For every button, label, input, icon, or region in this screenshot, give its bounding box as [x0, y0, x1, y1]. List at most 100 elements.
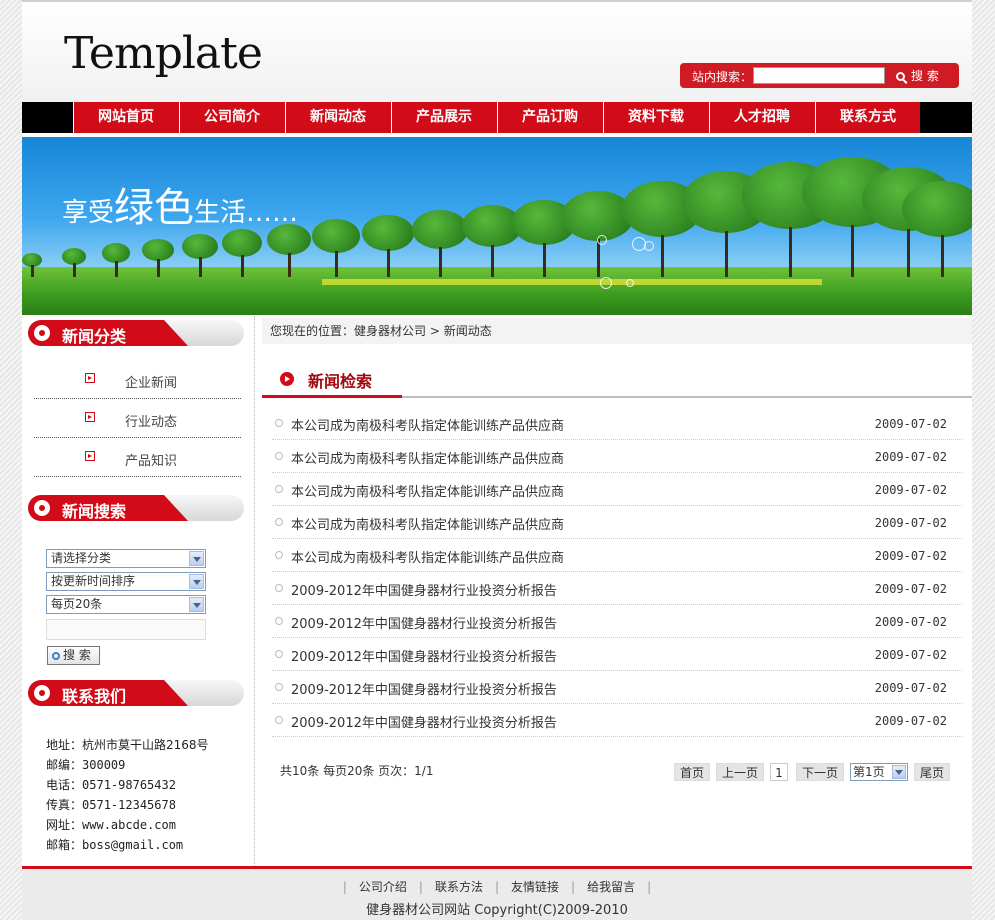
site-search-input[interactable]	[753, 67, 885, 84]
news-date: 2009-07-02	[874, 681, 947, 695]
contact-address: 地址：杭州市莫干山路2168号	[46, 738, 209, 752]
category-item[interactable]: 产品知识	[34, 438, 241, 477]
news-title-link[interactable]: 本公司成为南极科考队指定体能训练产品供应商	[291, 547, 564, 566]
category-item[interactable]: 行业动态	[34, 399, 241, 438]
bullet-icon	[34, 325, 50, 341]
news-date: 2009-07-02	[874, 483, 947, 497]
news-title-link[interactable]: 本公司成为南极科考队指定体能训练产品供应商	[291, 448, 564, 467]
footer-link-friends[interactable]: 友情链接	[511, 880, 559, 894]
nav-jobs[interactable]: 人才招聘	[709, 102, 814, 133]
arrow-icon	[280, 372, 294, 386]
news-title-link[interactable]: 本公司成为南极科考队指定体能训练产品供应商	[291, 415, 564, 434]
nav-home[interactable]: 网站首页	[73, 102, 178, 133]
site-search-button[interactable]: 搜 索	[896, 67, 939, 84]
pager-last-button[interactable]: 尾页	[914, 763, 950, 781]
contact-zip: 邮编：300009	[46, 758, 126, 772]
news-title-link[interactable]: 本公司成为南极科考队指定体能训练产品供应商	[291, 481, 564, 500]
circle-bullet-icon	[275, 617, 283, 625]
nav-contact[interactable]: 联系方式	[815, 102, 920, 133]
news-title-link[interactable]: 2009-2012年中国健身器材行业投资分析报告	[291, 580, 557, 599]
page: Template 站内搜索： 搜 索 网站首页 公司简介 新闻动态 产品展示 产…	[22, 0, 972, 920]
pager-prev-button[interactable]: 上一页	[716, 763, 764, 781]
news-row: 2009-2012年中国健身器材行业投资分析报告 2009-07-02	[272, 638, 962, 671]
breadcrumb-home-link[interactable]: 健身器材公司	[354, 324, 426, 338]
breadcrumb: 您现在的位置：健身器材公司 > 新闻动态	[262, 318, 972, 344]
keyword-input[interactable]	[46, 619, 206, 640]
news-date: 2009-07-02	[874, 615, 947, 629]
news-date: 2009-07-02	[874, 648, 947, 662]
news-search-header: 新闻搜索	[28, 495, 244, 521]
contact-header: 联系我们	[28, 680, 244, 706]
contact-phone: 电话：0571-98765432	[46, 778, 176, 792]
news-row: 2009-2012年中国健身器材行业投资分析报告 2009-07-02	[272, 704, 962, 737]
contact-website: 网址：www.abcde.com	[46, 818, 176, 832]
news-row: 2009-2012年中国健身器材行业投资分析报告 2009-07-02	[272, 671, 962, 704]
category-select[interactable]: 请选择分类	[46, 549, 206, 568]
bullet-icon	[34, 685, 50, 701]
breadcrumb-current: 新闻动态	[443, 324, 492, 338]
contact-fax: 传真：0571-12345678	[46, 798, 176, 812]
circle-bullet-icon	[275, 419, 283, 427]
news-row: 2009-2012年中国健身器材行业投资分析报告 2009-07-02	[272, 572, 962, 605]
footer-link-contact[interactable]: 联系方法	[435, 880, 483, 894]
circle-bullet-icon	[275, 584, 283, 592]
nav-products[interactable]: 产品展示	[391, 102, 496, 133]
pager-info: 共10条 每页20条 页次：1/1	[280, 764, 434, 778]
news-date: 2009-07-02	[874, 549, 947, 563]
circle-bullet-icon	[275, 716, 283, 724]
circle-bullet-icon	[275, 452, 283, 460]
left-sidebar: 新闻分类 企业新闻 行业动态 产品知识 新闻搜索 请选择分类 按更新时间排序 每…	[22, 316, 255, 866]
news-title-link[interactable]: 2009-2012年中国健身器材行业投资分析报告	[291, 679, 557, 698]
news-category-header: 新闻分类	[28, 320, 244, 346]
footer: | 公司介绍 | 联系方法 | 友情链接 | 给我留言 | 健身器材公司网站 Copyright…	[22, 866, 972, 920]
bullet-icon	[34, 500, 50, 516]
news-row: 本公司成为南极科考队指定体能训练产品供应商 2009-07-02	[272, 440, 962, 473]
news-title-link[interactable]: 2009-2012年中国健身器材行业投资分析报告	[291, 613, 557, 632]
news-date: 2009-07-02	[874, 417, 947, 431]
site-search-bar: 站内搜索： 搜 索	[680, 63, 959, 88]
footer-links: | 公司介绍 | 联系方法 | 友情链接 | 给我留言 |	[342, 880, 652, 894]
site-search-label: 站内搜索：	[692, 70, 753, 84]
banner-slogan: 享受绿色生活……	[62, 185, 299, 231]
copyright: 健身器材公司网站 Copyright(C)2009-2010	[366, 903, 628, 918]
nav-news[interactable]: 新闻动态	[285, 102, 390, 133]
circle-bullet-icon	[275, 650, 283, 658]
news-row: 本公司成为南极科考队指定体能训练产品供应商 2009-07-02	[272, 506, 962, 539]
news-list-header: 新闻检索	[262, 364, 972, 398]
nav-downloads[interactable]: 资料下载	[603, 102, 708, 133]
news-date: 2009-07-02	[874, 450, 947, 464]
contact-email: 邮箱：boss@gmail.com	[46, 838, 184, 852]
footer-link-about[interactable]: 公司介绍	[359, 880, 407, 894]
search-icon	[896, 72, 905, 81]
nav-about[interactable]: 公司简介	[179, 102, 284, 133]
site-logo[interactable]: Template	[64, 28, 263, 79]
chevron-down-icon	[189, 597, 204, 612]
sort-select[interactable]: 按更新时间排序	[46, 572, 206, 591]
news-row: 本公司成为南极科考队指定体能训练产品供应商 2009-07-02	[272, 473, 962, 506]
pager-next-button[interactable]: 下一页	[796, 763, 844, 781]
category-item[interactable]: 企业新闻	[34, 360, 241, 399]
arrow-icon	[85, 373, 95, 383]
news-title-link[interactable]: 2009-2012年中国健身器材行业投资分析报告	[291, 712, 557, 731]
nav-order[interactable]: 产品订购	[497, 102, 602, 133]
contact-info: 地址：杭州市莫干山路2168号 邮编：300009 电话：0571-987654…	[46, 735, 209, 855]
chevron-down-icon	[892, 765, 906, 779]
news-title-link[interactable]: 2009-2012年中国健身器材行业投资分析报告	[291, 646, 557, 665]
news-row: 2009-2012年中国健身器材行业投资分析报告 2009-07-02	[272, 605, 962, 638]
circle-bullet-icon	[275, 551, 283, 559]
pager-page-select[interactable]: 第1页	[850, 763, 908, 781]
per-page-select[interactable]: 每页20条	[46, 595, 206, 614]
news-date: 2009-07-02	[874, 582, 947, 596]
footer-link-guestbook[interactable]: 给我留言	[587, 880, 635, 894]
news-title-link[interactable]: 本公司成为南极科考队指定体能训练产品供应商	[291, 514, 564, 533]
site-search-button-label: 搜 索	[911, 69, 939, 83]
news-search-button[interactable]: 搜 索	[47, 646, 100, 665]
news-date: 2009-07-02	[874, 714, 947, 728]
arrow-icon	[85, 451, 95, 461]
pager-current-page[interactable]: 1	[770, 763, 788, 781]
main-nav: 网站首页 公司简介 新闻动态 产品展示 产品订购 资料下载 人才招聘 联系方式	[22, 102, 972, 133]
pager-first-button[interactable]: 首页	[674, 763, 710, 781]
news-row: 本公司成为南极科考队指定体能训练产品供应商 2009-07-02	[272, 407, 962, 440]
news-date: 2009-07-02	[874, 516, 947, 530]
news-row: 本公司成为南极科考队指定体能训练产品供应商 2009-07-02	[272, 539, 962, 572]
